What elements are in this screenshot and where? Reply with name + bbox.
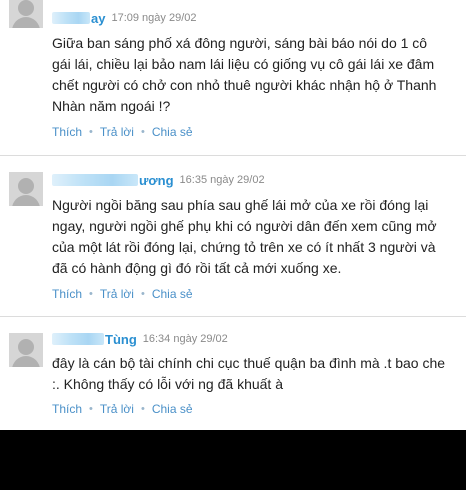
username[interactable]: ay xyxy=(91,11,105,26)
reply-button[interactable]: Trả lời xyxy=(100,287,134,301)
avatar-shoulders-shape xyxy=(12,17,40,28)
blurred-username[interactable] xyxy=(52,333,104,345)
comment-line: Giữa ban sáng phố xá đông người, sáng bà… xyxy=(52,35,428,51)
action-separator: • xyxy=(89,126,93,138)
comment-time: 17:09 ngày 29/02 xyxy=(111,12,197,24)
username[interactable]: ương xyxy=(139,173,174,188)
avatar-shoulders-shape xyxy=(12,356,40,367)
share-button[interactable]: Chia sẻ xyxy=(152,402,193,416)
comment-actions: Thích • Trả lời • Chia sẻ xyxy=(52,125,193,139)
comment-line: Nhàn năm ngoái !? xyxy=(52,98,171,114)
comment-line: đây là cán bộ tài chính chi cục thuế quậ… xyxy=(52,355,446,371)
share-button[interactable]: Chia sẻ xyxy=(152,287,193,301)
avatar-head-shape xyxy=(18,0,34,16)
avatar-head-shape xyxy=(18,339,34,355)
avatar[interactable] xyxy=(9,172,43,206)
comment-text: Người ngồi băng sau phía sau ghế lái mở … xyxy=(52,195,460,279)
comment-text: Giữa ban sáng phố xá đông người, sáng bà… xyxy=(52,33,460,117)
blurred-username[interactable] xyxy=(52,174,138,186)
action-separator: • xyxy=(140,126,145,138)
comment-line: ngay, người ngồi ghế phụ khi có người dâ… xyxy=(52,218,437,234)
comment-time: 16:35 ngày 29/02 xyxy=(179,174,265,186)
like-button[interactable]: Thích xyxy=(52,287,82,301)
blurred-username[interactable] xyxy=(52,12,90,24)
username[interactable]: Tùng xyxy=(105,332,137,347)
comment-line: chết người có chở con nhỏ thuê người khá… xyxy=(52,77,437,93)
comment-meta: ay 17:09 ngày 29/02 xyxy=(52,9,197,27)
avatar-shoulders-shape xyxy=(12,195,40,206)
comment-line: của một lát rồi đóng lại, chứng tỏ trên … xyxy=(52,239,436,255)
comments-panel: ay 17:09 ngày 29/02 Giữa ban sáng phố xá… xyxy=(0,0,466,430)
reply-button[interactable]: Trả lời xyxy=(100,402,134,416)
avatar[interactable] xyxy=(9,0,43,28)
comment-actions: Thích • Trả lời • Chia sẻ xyxy=(52,402,193,416)
comment-actions: Thích • Trả lời • Chia sẻ xyxy=(52,287,193,301)
action-separator: • xyxy=(89,288,93,300)
comment-divider xyxy=(0,155,466,156)
comment-divider xyxy=(0,316,466,317)
comment-text: đây là cán bộ tài chính chi cục thuế quậ… xyxy=(52,353,460,395)
comment-line: gái lái, chiều lại bảo nam lái liệu có g… xyxy=(52,56,435,72)
share-button[interactable]: Chia sẻ xyxy=(152,125,193,139)
comment-meta: Tùng 16:34 ngày 29/02 xyxy=(52,330,228,348)
avatar-head-shape xyxy=(18,178,34,194)
comment-line: :. Không thấy có lỗi với ng đã khuất à xyxy=(52,376,283,392)
action-separator: • xyxy=(89,403,93,415)
like-button[interactable]: Thích xyxy=(52,125,82,139)
comment-line: đã có hành động gì đó rồi tất cả mới xuố… xyxy=(52,260,342,276)
comment-line: Người ngồi băng sau phía sau ghế lái mở … xyxy=(52,197,429,213)
action-separator: • xyxy=(140,288,145,300)
avatar[interactable] xyxy=(9,333,43,367)
action-separator: • xyxy=(140,403,145,415)
reply-button[interactable]: Trả lời xyxy=(100,125,134,139)
like-button[interactable]: Thích xyxy=(52,402,82,416)
comment-time: 16:34 ngày 29/02 xyxy=(142,333,228,345)
comment-meta: ương 16:35 ngày 29/02 xyxy=(52,171,265,189)
